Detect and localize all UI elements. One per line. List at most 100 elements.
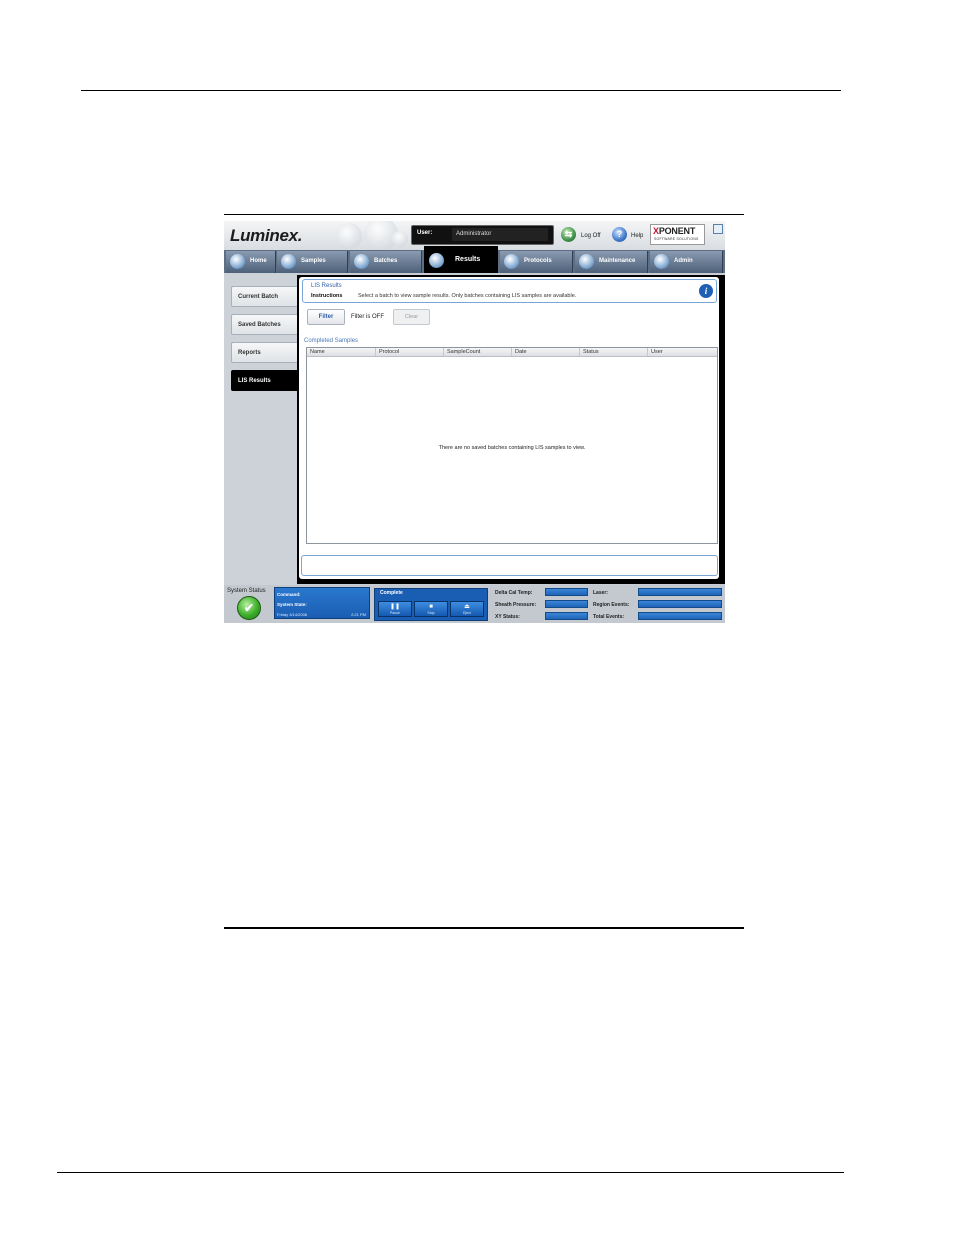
completed-samples-table[interactable]: Name Protocol SampleCount Date Status Us… xyxy=(306,347,718,544)
admin-icon xyxy=(654,254,669,269)
laser-value xyxy=(638,588,722,596)
instructions-label: Instructions xyxy=(311,293,343,299)
xponent-window: Luminex. User: Administrator ⇆ Log Off ?… xyxy=(224,221,725,623)
brand-main: PONENT xyxy=(658,226,696,236)
tab-label: Batches xyxy=(374,258,398,264)
home-icon xyxy=(230,254,245,269)
tab-home[interactable]: Home xyxy=(226,251,276,273)
sidebar-item-current-batch[interactable]: Current Batch xyxy=(231,286,297,307)
help-label[interactable]: Help xyxy=(631,233,643,239)
user-value: Administrator xyxy=(452,228,548,241)
xponent-brand: XPONENT SOFTWARE SOLUTIONS xyxy=(650,224,705,245)
logoff-label[interactable]: Log Off xyxy=(581,233,601,239)
user-label: User: xyxy=(417,230,433,236)
protocols-icon xyxy=(504,254,519,269)
delta-cal-temp-value xyxy=(545,588,588,596)
maintenance-icon xyxy=(579,254,594,269)
sidebar-item-label: Reports xyxy=(238,350,261,356)
luminex-logo: Luminex. xyxy=(230,226,303,245)
tab-samples[interactable]: Samples xyxy=(277,251,348,273)
tab-admin[interactable]: Admin xyxy=(650,251,723,273)
samples-icon xyxy=(281,254,296,269)
brand-sub: SOFTWARE SOLUTIONS xyxy=(654,237,699,241)
sheath-pressure-label: Sheath Pressure: xyxy=(495,602,537,608)
system-state-label: System State: xyxy=(277,602,307,607)
column-header-user[interactable]: User xyxy=(647,348,717,356)
column-header-date[interactable]: Date xyxy=(511,348,579,356)
sidebar-item-label: LIS Results xyxy=(238,378,271,384)
eject-label: Eject xyxy=(463,611,471,615)
total-events-label: Total Events: xyxy=(593,614,625,620)
system-status-label: System Status xyxy=(227,588,266,594)
tab-results[interactable]: Results xyxy=(424,246,498,273)
delta-cal-temp-label: Delta Cal Temp: xyxy=(495,590,533,596)
system-ok-icon[interactable]: ✔ xyxy=(237,596,261,620)
window-corner-icon[interactable] xyxy=(713,224,723,234)
empty-table-message: There are no saved batches containing LI… xyxy=(438,445,586,451)
decorative-bubble xyxy=(392,231,408,247)
tab-label: Admin xyxy=(674,258,693,264)
sidebar-item-label: Saved Batches xyxy=(238,322,281,328)
batches-icon xyxy=(354,254,369,269)
tab-label: Results xyxy=(455,256,481,263)
region-events-label: Region Events: xyxy=(593,602,630,608)
region-events-value xyxy=(638,600,722,608)
total-events-value xyxy=(638,612,722,620)
tab-label: Home xyxy=(250,258,267,264)
sidebar-item-lis-results[interactable]: LIS Results xyxy=(231,370,297,391)
status-bar: System Status ✔ Command: System State: F… xyxy=(224,585,725,623)
command-box: Command: System State: Friday 3/14/2008 … xyxy=(274,587,370,619)
sidebar-item-reports[interactable]: Reports xyxy=(231,342,297,363)
stop-label: Stop xyxy=(427,611,435,615)
tab-maintenance[interactable]: Maintenance xyxy=(575,251,648,273)
tab-label: Maintenance xyxy=(599,258,636,264)
sidebar-item-saved-batches[interactable]: Saved Batches xyxy=(231,314,297,335)
figure-top-rule xyxy=(224,214,744,215)
pause-button[interactable]: ❚❚ Pause xyxy=(378,601,412,617)
pause-icon: ❚❚ xyxy=(389,604,401,610)
completed-samples-title: Completed Samples xyxy=(304,338,359,344)
tab-batches[interactable]: Batches xyxy=(350,251,422,273)
brand-text: XPONENT xyxy=(653,226,695,236)
help-icon[interactable]: ? xyxy=(612,227,627,242)
results-sidebar: Current Batch Saved Batches Reports LIS … xyxy=(224,273,297,585)
tab-label: Samples xyxy=(301,258,326,264)
top-page-rule xyxy=(81,90,841,91)
main-panel: LIS Results Instructions Select a batch … xyxy=(297,275,725,584)
main-nav: Home Samples Batches Results Protocols M… xyxy=(224,246,725,273)
tab-protocols[interactable]: Protocols xyxy=(500,251,573,273)
sidebar-item-label: Current Batch xyxy=(238,294,279,300)
logoff-icon[interactable]: ⇆ xyxy=(561,227,576,242)
sheath-pressure-value xyxy=(545,600,588,608)
stop-button[interactable]: ■ Stop xyxy=(414,601,448,617)
details-box xyxy=(301,555,718,576)
run-controls: Complete ❚❚ Pause ■ Stop ⏏ Eject xyxy=(374,588,488,621)
tab-label: Protocols xyxy=(524,258,552,264)
clear-button[interactable]: Clear xyxy=(393,309,430,325)
column-header-name[interactable]: Name xyxy=(307,348,375,356)
eject-icon: ⏏ xyxy=(464,604,470,610)
column-header-protocol[interactable]: Protocol xyxy=(375,348,443,356)
status-time: 2:21 PM xyxy=(351,612,366,617)
run-state-title: Complete xyxy=(380,590,403,596)
user-box: User: Administrator xyxy=(411,225,554,245)
bottom-page-rule xyxy=(57,1172,844,1173)
instructions-text: Select a batch to view sample results. O… xyxy=(358,293,577,299)
filter-button[interactable]: Filter xyxy=(307,309,345,325)
figure-bottom-rule xyxy=(224,927,744,929)
instructions-box: LIS Results Instructions Select a batch … xyxy=(302,279,717,303)
laser-label: Laser: xyxy=(593,590,609,596)
eject-button[interactable]: ⏏ Eject xyxy=(450,601,484,617)
page-title: LIS Results xyxy=(311,283,342,289)
info-icon[interactable]: i xyxy=(699,284,713,298)
column-header-status[interactable]: Status xyxy=(579,348,647,356)
pause-label: Pause xyxy=(390,611,400,615)
main-content: LIS Results Instructions Select a batch … xyxy=(299,277,719,579)
table-header: Name Protocol SampleCount Date Status Us… xyxy=(307,348,717,357)
xy-status-label: XY Status: xyxy=(495,614,520,620)
stop-icon: ■ xyxy=(429,604,433,610)
decorative-bubble xyxy=(336,223,362,249)
column-header-samplecount[interactable]: SampleCount xyxy=(443,348,511,356)
status-date: Friday 3/14/2008 xyxy=(277,612,308,617)
xy-status-value xyxy=(545,612,588,620)
